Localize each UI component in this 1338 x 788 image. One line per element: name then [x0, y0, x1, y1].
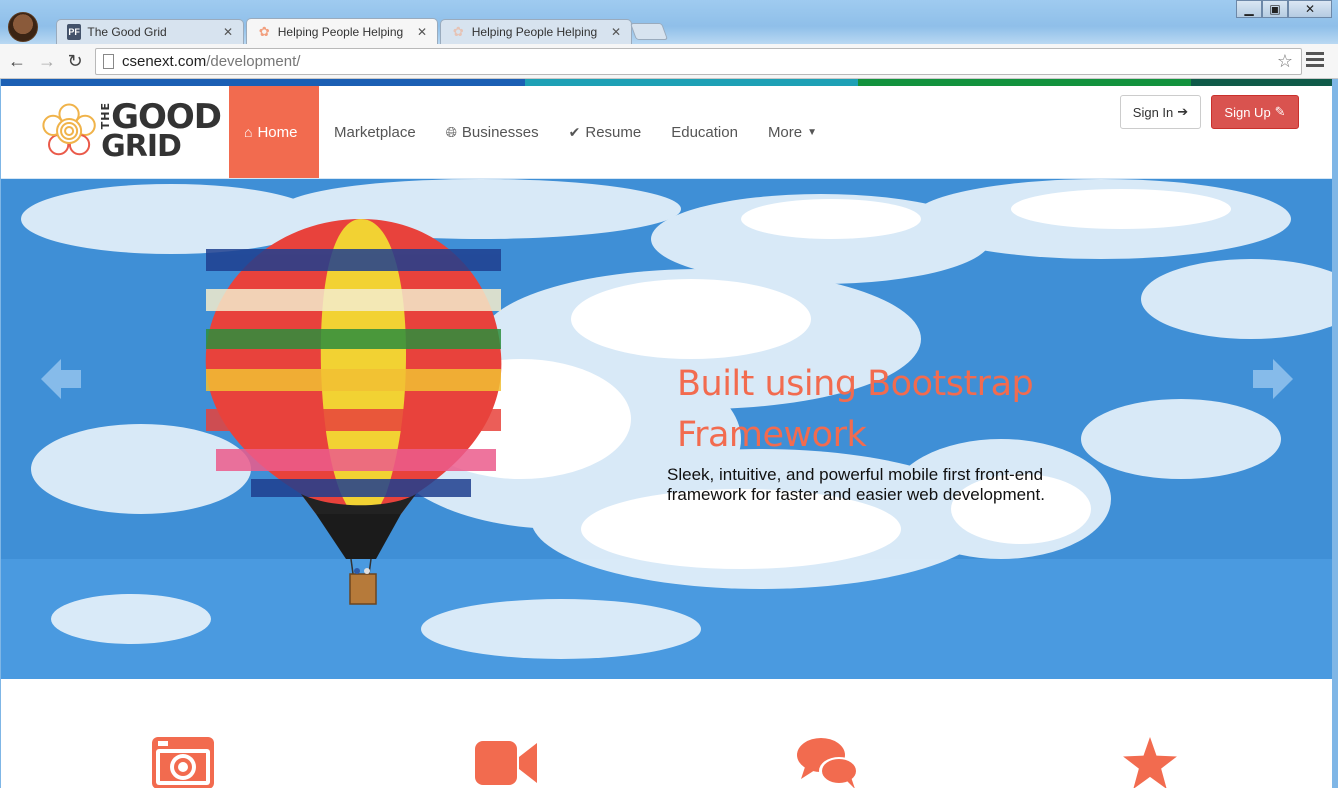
nav-home[interactable]: ⌂ Home [229, 86, 319, 178]
tab-title: Helping People Helping P [277, 24, 407, 39]
nav-label: Businesses [461, 123, 539, 141]
reload-icon[interactable]: ↻ [64, 50, 86, 72]
tab-the-good-grid[interactable]: PF The Good Grid ✕ [56, 19, 244, 44]
comments-icon [797, 738, 859, 788]
check-icon: ✔ [568, 123, 581, 140]
browser-toolbar: ← → ↻ csenext.com/development/ ☆ [0, 44, 1338, 79]
close-window-icon[interactable]: ✕ [1288, 0, 1332, 18]
star-icon [1123, 737, 1177, 788]
edit-icon: ✎ [1274, 104, 1286, 119]
hero-description: Sleek, intuitive, and powerful mobile fi… [667, 465, 1137, 505]
tab-close-icon[interactable]: ✕ [223, 25, 233, 39]
sign-up-label: Sign Up [1224, 104, 1271, 120]
profile-avatar[interactable] [8, 12, 38, 42]
carousel-prev-icon[interactable] [39, 357, 83, 401]
flower-favicon-icon: ✿ [452, 24, 464, 39]
page-icon [103, 54, 114, 69]
site-header: THE GOOD GRID ⌂ Home Marketplace 🌐︎ Busi… [1, 86, 1332, 178]
caret-down-icon: ▼ [807, 126, 818, 138]
logo-wordmark: THE GOOD GRID [99, 100, 222, 161]
website: THE GOOD GRID ⌂ Home Marketplace 🌐︎ Busi… [1, 79, 1332, 788]
site-logo[interactable]: THE GOOD GRID [41, 93, 222, 169]
hero-caption: Built using Bootstrap Framework Sleek, i… [667, 359, 1137, 505]
nav-label: Home [257, 123, 298, 141]
nav-resume[interactable]: ✔ Resume [554, 86, 657, 178]
nav-label: Education [671, 123, 738, 141]
url-path: /development/ [206, 53, 301, 70]
nav-label: Marketplace [334, 123, 416, 141]
nav-businesses[interactable]: 🌐︎ Businesses [431, 86, 554, 178]
tab-title: Helping People Helping P [471, 25, 601, 39]
nav-label: Resume [585, 123, 642, 141]
hero-title-line1: Built using Bootstrap [677, 364, 1034, 404]
logo-the: THE [99, 102, 113, 130]
hero-carousel: Built using Bootstrap Framework Sleek, i… [1, 178, 1332, 679]
sign-up-button[interactable]: Sign Up ✎ [1211, 95, 1299, 129]
tab-title: The Good Grid [87, 25, 167, 39]
hero-title: Built using Bootstrap Framework [667, 359, 1137, 461]
nav-education[interactable]: Education [656, 86, 753, 178]
sign-in-icon: ➔ [1177, 104, 1189, 119]
tab-helping-people[interactable]: ✿ Helping People Helping P ✕ [440, 19, 632, 44]
nav-label: More [767, 123, 803, 141]
maximize-icon[interactable]: ▣ [1262, 0, 1288, 18]
back-arrow-icon[interactable]: ← [6, 50, 28, 72]
forward-arrow-icon[interactable]: → [36, 50, 58, 72]
pf-favicon-icon: PF [67, 24, 82, 40]
top-color-bar [1, 79, 1332, 86]
url-host: csenext.com [122, 53, 207, 70]
minimize-icon[interactable]: ▁ [1236, 0, 1262, 18]
sign-in-button[interactable]: Sign In ➔ [1120, 95, 1201, 129]
browser-titlebar: PF The Good Grid ✕ ✿ Helping People Help… [0, 0, 1338, 44]
features-section [1, 679, 1332, 788]
sign-in-label: Sign In [1132, 104, 1174, 120]
new-tab-button[interactable] [629, 23, 669, 40]
tab-helping-people-active[interactable]: ✿ Helping People Helping P ✕ [246, 18, 438, 44]
flower-favicon-icon: ✿ [258, 23, 270, 39]
hero-text-line2: framework for faster and easier web deve… [667, 485, 1045, 504]
bookmark-star-icon[interactable]: ☆ [1277, 51, 1293, 72]
video-camera-icon [475, 741, 537, 785]
nav-more[interactable]: More ▼ [753, 86, 832, 178]
tab-close-icon[interactable]: ✕ [611, 25, 621, 39]
tab-close-icon[interactable]: ✕ [417, 25, 427, 39]
hero-title-line2: Framework [677, 415, 867, 455]
nav-marketplace[interactable]: Marketplace [319, 86, 431, 178]
carousel-next-icon[interactable] [1251, 357, 1295, 401]
hamburger-menu-icon[interactable] [1306, 52, 1324, 70]
flower-logo-icon [42, 103, 96, 156]
window-controls: ▁ ▣ ✕ [1236, 0, 1332, 18]
camera-icon [152, 737, 214, 788]
globe-icon: 🌐︎ [445, 123, 457, 140]
home-icon: ⌂ [244, 124, 253, 140]
hero-text-line1: Sleek, intuitive, and powerful mobile fi… [667, 465, 1044, 484]
address-bar[interactable]: csenext.com/development/ ☆ [95, 48, 1302, 75]
main-nav: ⌂ Home Marketplace 🌐︎ Businesses ✔ Resum… [229, 86, 832, 178]
